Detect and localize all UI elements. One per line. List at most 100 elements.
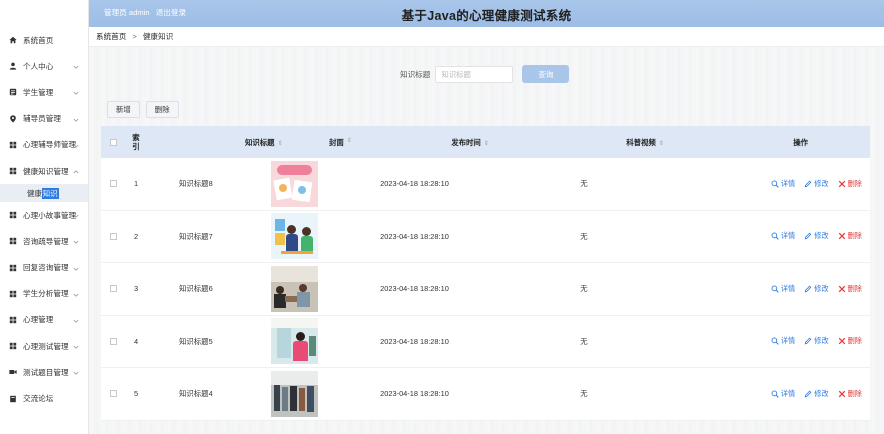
video-header[interactable]: 科普视频 ⇕ bbox=[585, 137, 705, 148]
grid-icon bbox=[9, 141, 17, 149]
edit-icon bbox=[804, 390, 814, 398]
main-content: 知识标题 查询 新增 删除 索 引 知识标题⇕ 封面⇕ 发布时间⇕ 科普视频⇕ … bbox=[89, 47, 884, 434]
breadcrumb-separator: > bbox=[132, 32, 137, 41]
cover-image bbox=[270, 213, 318, 260]
index-header-bottom: 引 bbox=[132, 142, 140, 151]
video-icon bbox=[9, 368, 17, 376]
sidebar-item[interactable]: 学生分析管理 bbox=[0, 281, 88, 307]
video-header-label: 科普视频 bbox=[626, 137, 656, 147]
delete-button[interactable]: 删除 bbox=[838, 336, 862, 346]
row-video: 无 bbox=[580, 336, 588, 346]
delete-label: 删除 bbox=[847, 283, 862, 293]
grid-icon bbox=[9, 290, 17, 298]
row-checkbox-cell bbox=[101, 232, 125, 240]
row-video: 无 bbox=[580, 179, 588, 189]
search-icon bbox=[771, 285, 781, 293]
row-time: 2023-04-18 18:28:10 bbox=[380, 179, 449, 189]
sidebar-item[interactable]: 咨询疏导管理 bbox=[0, 228, 88, 254]
table-row: 2 知识标题7 2023-04-18 18:28:10 无 详情 修改 删除 bbox=[101, 210, 870, 263]
delete-button[interactable]: 删除 bbox=[838, 284, 862, 294]
row-actions: 详情 修改 删除 bbox=[664, 284, 870, 294]
row-time: 2023-04-18 18:28:10 bbox=[380, 231, 449, 241]
sidebar-item-label: 辅导员管理 bbox=[23, 114, 61, 124]
row-time: 2023-04-18 18:28:10 bbox=[380, 336, 449, 346]
grid-icon bbox=[9, 316, 17, 324]
view-button[interactable]: 详情 bbox=[771, 284, 795, 294]
row-title: 知识标题8 bbox=[179, 179, 213, 189]
search-button[interactable]: 查询 bbox=[522, 65, 570, 83]
knowledge-table: 索 引 知识标题 ⇕ 封面 ⇕ 发布时间 ⇕ 科普视频 ⇕ 操作 1 知识标题8 2023-… bbox=[101, 126, 870, 421]
table-header: 索 引 知识标题 ⇕ 封面 ⇕ 发布时间 ⇕ 科普视频 ⇕ 操作 bbox=[101, 126, 870, 158]
cover-image bbox=[270, 265, 318, 312]
sidebar-item[interactable]: 辅导员管理 bbox=[0, 106, 88, 132]
edit-label: 修改 bbox=[814, 231, 829, 241]
sidebar-item[interactable]: 交流论坛 bbox=[0, 385, 88, 411]
sidebar-item[interactable]: 心理小故事管理 bbox=[0, 202, 88, 228]
table-body: 1 知识标题8 2023-04-18 18:28:10 无详情 修改 删除 2 知识标题7 20… bbox=[101, 158, 870, 421]
row-checkbox[interactable] bbox=[109, 390, 117, 398]
actions-header: 操作 bbox=[705, 137, 870, 148]
sidebar-item-label: 心理辅导师管理 bbox=[23, 140, 77, 150]
close-icon bbox=[838, 390, 848, 398]
row-title: 知识标题7 bbox=[179, 231, 213, 241]
sidebar-item[interactable]: 心理测试管理 bbox=[0, 333, 88, 359]
view-button[interactable]: 详情 bbox=[771, 179, 795, 189]
view-label: 详情 bbox=[780, 388, 796, 398]
sidebar-item[interactable]: 系统首页 bbox=[0, 27, 88, 53]
row-checkbox[interactable] bbox=[109, 285, 117, 293]
row-checkbox[interactable] bbox=[109, 180, 117, 188]
time-header[interactable]: 发布时间 ⇕ bbox=[355, 137, 585, 148]
sidebar-item[interactable]: 个人中心 bbox=[0, 53, 88, 79]
sidebar-item[interactable]: 回复咨询管理 bbox=[0, 255, 88, 281]
delete-button[interactable]: 删除 bbox=[838, 179, 862, 189]
grid-icon bbox=[9, 211, 17, 219]
add-button[interactable]: 新增 bbox=[107, 101, 140, 118]
sidebar-item[interactable]: 测试题目管理 bbox=[0, 359, 88, 385]
edit-button[interactable]: 修改 bbox=[804, 179, 829, 189]
sort-icon[interactable]: ⇕ bbox=[347, 137, 352, 148]
view-button[interactable]: 详情 bbox=[771, 336, 795, 346]
index-header-top: 索 bbox=[132, 133, 140, 142]
edit-button[interactable]: 修改 bbox=[804, 336, 829, 346]
batch-delete-button[interactable]: 删除 bbox=[145, 101, 179, 118]
sidebar-item[interactable]: 学生管理 bbox=[0, 79, 88, 105]
edit-button[interactable]: 修改 bbox=[804, 284, 829, 294]
row-checkbox[interactable] bbox=[109, 337, 117, 345]
search-icon bbox=[771, 180, 781, 188]
select-all-checkbox[interactable] bbox=[109, 138, 117, 146]
row-actions: 详情 修改 删除 bbox=[664, 179, 870, 189]
edit-button[interactable]: 修改 bbox=[804, 231, 829, 241]
row-checkbox[interactable] bbox=[109, 232, 117, 240]
table-row: 1 知识标题8 2023-04-18 18:28:10 无 详情 修改 删除 bbox=[101, 158, 870, 211]
sidebar-subitem-health-knowledge[interactable]: 健康 知识 bbox=[0, 184, 88, 203]
chevron-down-icon bbox=[73, 142, 79, 148]
title-header[interactable]: 知识标题 ⇕ bbox=[147, 137, 329, 148]
delete-button[interactable]: 删除 bbox=[838, 389, 862, 399]
delete-button[interactable]: 删除 bbox=[838, 231, 862, 241]
sort-icon[interactable]: ⇕ bbox=[278, 141, 283, 147]
edit-button[interactable]: 修改 bbox=[804, 389, 829, 399]
sidebar-item[interactable]: 健康知识管理 bbox=[0, 158, 88, 184]
row-actions: 详情 修改 删除 bbox=[664, 389, 870, 399]
index-header: 索 引 bbox=[125, 133, 147, 151]
chevron-down-icon bbox=[73, 238, 79, 245]
breadcrumb: 系统首页 > 健康知识 bbox=[89, 27, 884, 47]
cover-header[interactable]: 封面 ⇕ bbox=[329, 137, 355, 148]
row-title: 知识标题6 bbox=[179, 284, 213, 294]
cover-image bbox=[270, 160, 318, 207]
sidebar-item[interactable]: 心理辅导师管理 bbox=[0, 132, 88, 158]
sidebar-item[interactable]: 心理管理 bbox=[0, 307, 88, 333]
breadcrumb-home[interactable]: 系统首页 bbox=[96, 31, 126, 42]
view-button[interactable]: 详情 bbox=[771, 389, 795, 399]
table-row: 4 知识标题5 2023-04-18 18:28:10 无 详情 修改 删除 bbox=[101, 315, 870, 368]
row-index: 3 bbox=[133, 284, 139, 294]
row-checkbox-cell bbox=[101, 285, 125, 293]
sidebar-item-label: 交流论坛 bbox=[23, 394, 54, 404]
time-header-label: 发布时间 bbox=[451, 137, 481, 147]
search-input[interactable] bbox=[435, 65, 514, 83]
sort-icon[interactable]: ⇕ bbox=[659, 141, 664, 147]
view-button[interactable]: 详情 bbox=[771, 231, 795, 241]
home-icon bbox=[9, 36, 17, 44]
subitem-label-prefix: 健康 bbox=[27, 188, 42, 198]
sort-icon[interactable]: ⇕ bbox=[484, 141, 489, 147]
